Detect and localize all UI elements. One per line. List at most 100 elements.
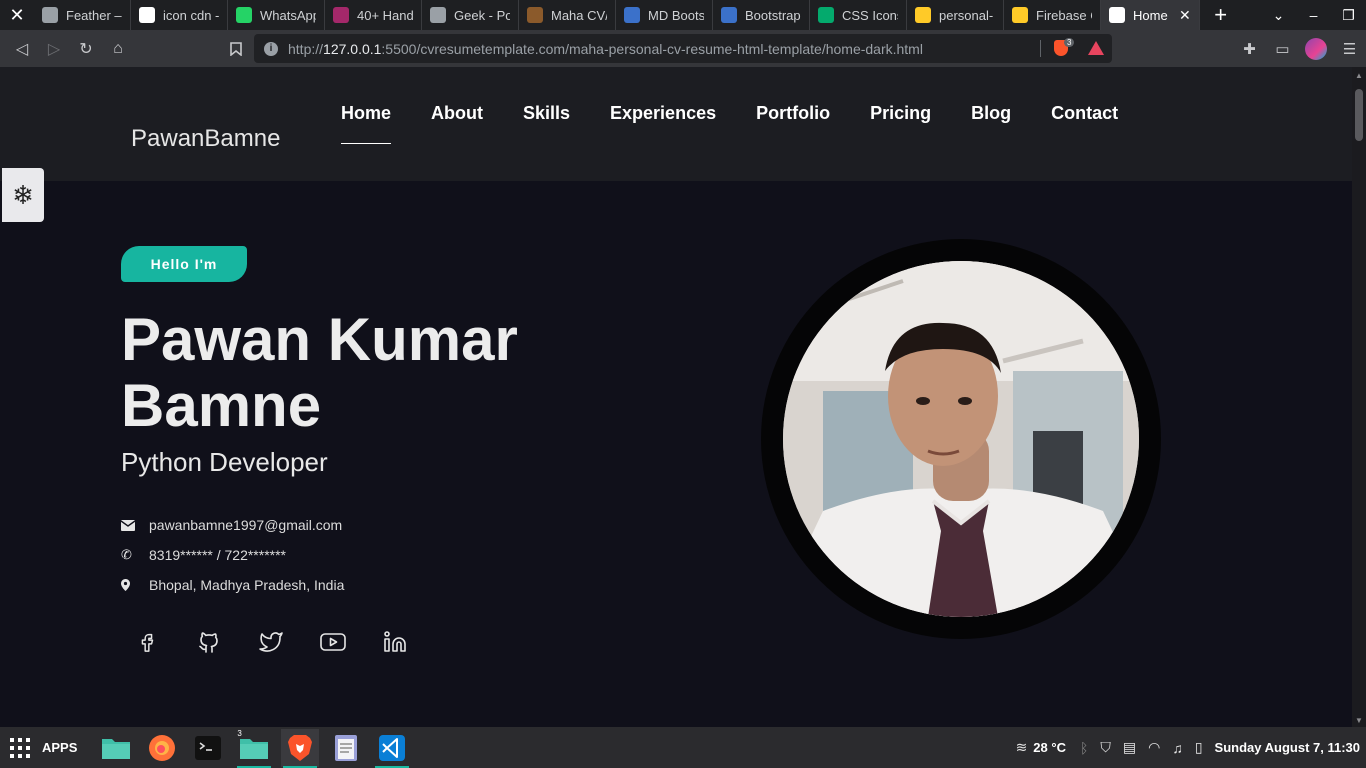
clock[interactable]: Sunday August 7, 11:30 <box>1215 740 1360 755</box>
firefox-icon[interactable] <box>143 729 181 767</box>
nav-link-skills[interactable]: Skills <box>523 103 570 124</box>
browser-tab[interactable]: 40+ Hand <box>325 0 422 30</box>
nav-link-pricing[interactable]: Pricing <box>870 103 931 124</box>
email-text[interactable]: pawanbamne1997@gmail.com <box>149 517 342 533</box>
tab-title: personal- <box>939 7 994 23</box>
web-page: PawanBamne Home About Skills Experiences Por… <box>0 67 1352 727</box>
nav-link-portfolio[interactable]: Portfolio <box>756 103 830 124</box>
close-window-icon[interactable]: ✕ <box>0 0 34 30</box>
new-tab-button[interactable]: + <box>1200 2 1242 28</box>
github-icon[interactable] <box>194 627 224 657</box>
address-bar[interactable]: i http://127.0.0.1:5500/cvresumetemplate… <box>254 34 1112 63</box>
clipboard-icon[interactable]: ▤ <box>1123 739 1136 756</box>
site-header: PawanBamne Home About Skills Experiences Por… <box>0 67 1352 181</box>
tab-title: MD Boots <box>648 7 704 23</box>
shields-count: 3 <box>1064 38 1075 47</box>
brave-rewards-icon[interactable] <box>1088 41 1104 55</box>
nav-link-about[interactable]: About <box>431 103 483 124</box>
browser-tab[interactable]: WhatsApp <box>228 0 325 30</box>
files-manager-icon[interactable]: 3 <box>235 729 273 768</box>
tab-strip: ✕ Feather – icon cdn - WhatsApp 40+ Hand Gee… <box>0 0 1366 30</box>
terminal-icon[interactable] <box>189 729 227 767</box>
browser-tab[interactable]: CSS Icons <box>810 0 907 30</box>
tab-title: WhatsApp <box>260 7 316 23</box>
browser-tab[interactable]: MD Boots <box>616 0 713 30</box>
site-logo[interactable]: PawanBamne <box>131 125 280 153</box>
twitter-icon[interactable] <box>256 627 286 657</box>
site-info-icon[interactable]: i <box>264 41 278 56</box>
browser-tab[interactable]: Bootstrap <box>713 0 810 30</box>
map-pin-icon <box>121 579 145 591</box>
bluetooth-icon[interactable]: ᛒ <box>1080 740 1088 756</box>
nav-link-experiences[interactable]: Experiences <box>610 103 716 124</box>
scroll-down-icon[interactable]: ▼ <box>1355 716 1363 725</box>
phone-text: 8319****** / 722******* <box>149 547 286 563</box>
google-icon <box>139 7 155 23</box>
home-icon[interactable]: ⌂ <box>102 30 134 67</box>
bookmark-icon[interactable] <box>220 30 252 67</box>
url-host: 127.0.0.1 <box>323 40 382 57</box>
minimize-icon[interactable]: – <box>1296 7 1331 24</box>
tab-title: Feather – <box>66 7 122 23</box>
scrollbar-thumb[interactable] <box>1355 89 1363 141</box>
scroll-up-icon[interactable]: ▲ <box>1355 71 1363 80</box>
browser-tab[interactable]: personal- <box>907 0 1004 30</box>
system-tray: ≋ 28 °C ᛒ ⛉ ▤ ◠ ♫ ▯ Sunday August 7, 11:… <box>1010 739 1366 756</box>
book-icon <box>527 7 543 23</box>
menu-icon[interactable]: ☰ <box>1333 40 1366 58</box>
nav-link-blog[interactable]: Blog <box>971 103 1011 124</box>
files-folder-icon[interactable] <box>97 729 135 767</box>
w3-icon <box>818 7 834 23</box>
contact-info: pawanbamne1997@gmail.com ✆ 8319****** / … <box>121 510 344 600</box>
url-scheme: http:// <box>288 40 324 57</box>
maximize-icon[interactable]: ❐ <box>1331 7 1366 24</box>
reload-icon[interactable]: ↻ <box>70 30 102 67</box>
tab-close-icon[interactable]: ✕ <box>1179 7 1191 24</box>
wallet-icon[interactable]: ▭ <box>1266 40 1299 58</box>
nav-link-contact[interactable]: Contact <box>1051 103 1118 124</box>
theme-toggle-snowflake-icon[interactable]: ❄ <box>2 168 44 222</box>
tab-title: Geek - Po <box>454 7 510 23</box>
tab-search-icon[interactable]: ⌄ <box>1261 7 1296 24</box>
tab-title: Home <box>1133 7 1168 23</box>
text-editor-icon[interactable] <box>327 729 365 767</box>
envelope-icon <box>121 519 145 531</box>
facebook-icon[interactable] <box>132 627 162 657</box>
weather-fog-icon: ≋ <box>1015 739 1028 755</box>
social-links <box>132 627 442 657</box>
tab-title: 40+ Hand <box>357 7 413 23</box>
phone-icon: ✆ <box>121 547 132 562</box>
wifi-icon[interactable]: ◠ <box>1148 739 1160 756</box>
forward-icon[interactable]: ▷ <box>38 30 70 67</box>
youtube-icon[interactable] <box>318 627 348 657</box>
hello-badge: Hello I'm <box>121 246 247 282</box>
hero-name: Pawan Kumar Bamne <box>121 306 518 439</box>
browser-tab[interactable]: Geek - Po <box>422 0 519 30</box>
yoast-icon <box>333 7 349 23</box>
vscode-icon[interactable] <box>373 729 411 768</box>
tab-title: Bootstrap <box>745 7 801 23</box>
tab-title: CSS Icons <box>842 7 898 23</box>
browser-tab[interactable]: Maha CV/ <box>519 0 616 30</box>
apps-label: APPS <box>42 740 78 755</box>
profile-avatar[interactable] <box>1305 37 1327 60</box>
battery-icon[interactable]: ▯ <box>1195 739 1203 756</box>
browser-tab[interactable]: Feather – <box>34 0 131 30</box>
brave-browser-icon[interactable] <box>281 728 320 768</box>
tab-title: Firebase C <box>1036 7 1092 23</box>
apps-button[interactable]: APPS <box>0 737 78 758</box>
temperature[interactable]: 28 °C <box>1033 740 1066 755</box>
url-path: :5500/cvresumetemplate.com/maha-personal… <box>381 40 923 57</box>
browser-tab[interactable]: icon cdn - <box>131 0 228 30</box>
tab-active[interactable]: Home ✕ <box>1101 0 1200 30</box>
browser-tab[interactable]: Firebase C <box>1004 0 1101 30</box>
back-icon[interactable]: ◁ <box>6 30 38 67</box>
extensions-icon[interactable]: ✚ <box>1233 40 1266 58</box>
tab-title: icon cdn - <box>163 7 219 23</box>
music-icon[interactable]: ♫ <box>1172 740 1183 756</box>
nav-link-home[interactable]: Home <box>341 103 392 144</box>
feather-icon <box>42 7 58 23</box>
page-scrollbar[interactable]: ▲ ▼ <box>1352 67 1366 727</box>
linkedin-icon[interactable] <box>380 627 410 657</box>
shield-icon[interactable]: ⛉ <box>1100 739 1111 756</box>
